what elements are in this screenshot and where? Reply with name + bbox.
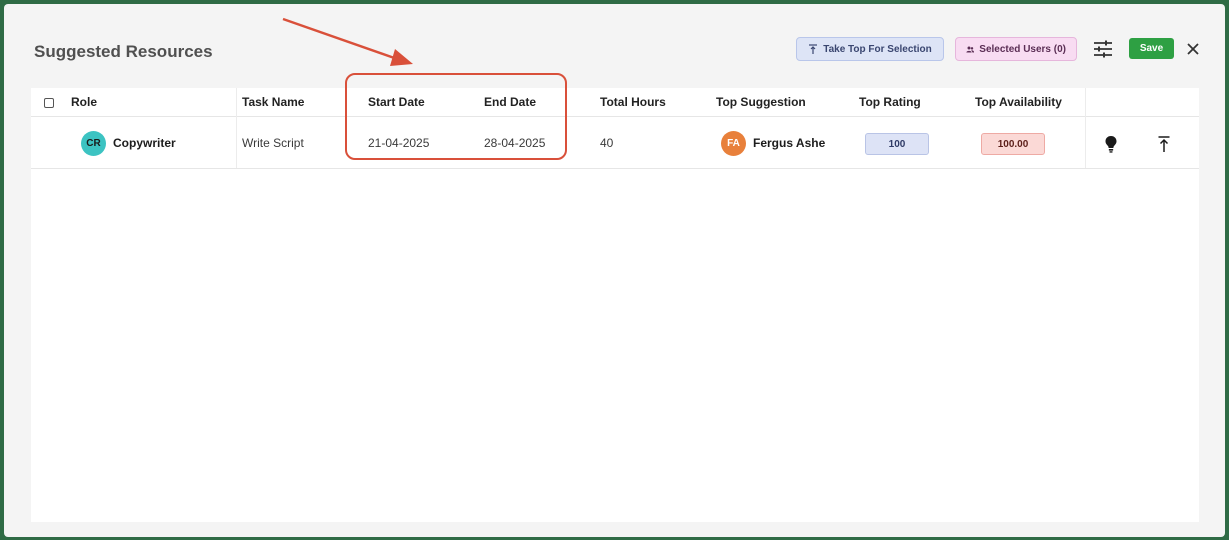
header-end-date[interactable]: End Date bbox=[484, 88, 536, 117]
save-button[interactable]: Save bbox=[1129, 38, 1174, 59]
tune-sliders-icon[interactable] bbox=[1093, 40, 1113, 58]
lightbulb-icon[interactable] bbox=[1104, 135, 1118, 153]
header-start-date[interactable]: Start Date bbox=[368, 88, 425, 117]
task-name: Write Script bbox=[242, 136, 304, 150]
vertical-align-top-icon[interactable] bbox=[1157, 135, 1171, 153]
modal-title: Suggested Resources bbox=[34, 42, 213, 61]
header-task-name[interactable]: Task Name bbox=[242, 88, 304, 117]
suggestion-avatar: FA bbox=[721, 131, 746, 156]
users-icon bbox=[966, 45, 975, 53]
top-rating-badge: 100 bbox=[865, 133, 929, 155]
resources-table: Role Task Name Start Date End Date Total… bbox=[31, 88, 1199, 522]
header-top-rating[interactable]: Top Rating bbox=[859, 88, 921, 117]
role-avatar: CR bbox=[81, 131, 106, 156]
header-role[interactable]: Role bbox=[71, 88, 97, 117]
top-suggestion-name[interactable]: Fergus Ashe bbox=[753, 118, 825, 169]
total-hours: 40 bbox=[600, 136, 614, 150]
close-icon[interactable] bbox=[1185, 41, 1201, 57]
end-date: 28-04-2025 bbox=[484, 136, 546, 150]
role-name: Copywriter bbox=[113, 136, 176, 150]
table-header-row: Role Task Name Start Date End Date Total… bbox=[31, 88, 1199, 117]
header-top-availability[interactable]: Top Availability bbox=[975, 88, 1062, 117]
take-top-for-selection-button[interactable]: Take Top For Selection bbox=[796, 37, 944, 61]
start-date: 21-04-2025 bbox=[368, 136, 430, 150]
select-all-checkbox[interactable] bbox=[44, 98, 54, 108]
header-total-hours[interactable]: Total Hours bbox=[600, 88, 666, 117]
suggested-resources-modal: Suggested Resources Take Top For Selecti… bbox=[4, 4, 1225, 537]
top-availability-badge: 100.00 bbox=[981, 133, 1045, 155]
selected-users-label: Selected Users (0) bbox=[979, 43, 1066, 55]
take-top-label: Take Top For Selection bbox=[823, 43, 932, 55]
vertical-align-top-icon bbox=[809, 43, 818, 54]
table-row[interactable]: CR Copywriter Write Script 21-04-2025 28… bbox=[31, 118, 1199, 169]
header-top-suggestion[interactable]: Top Suggestion bbox=[716, 88, 806, 117]
selected-users-button[interactable]: Selected Users (0) bbox=[955, 37, 1077, 61]
